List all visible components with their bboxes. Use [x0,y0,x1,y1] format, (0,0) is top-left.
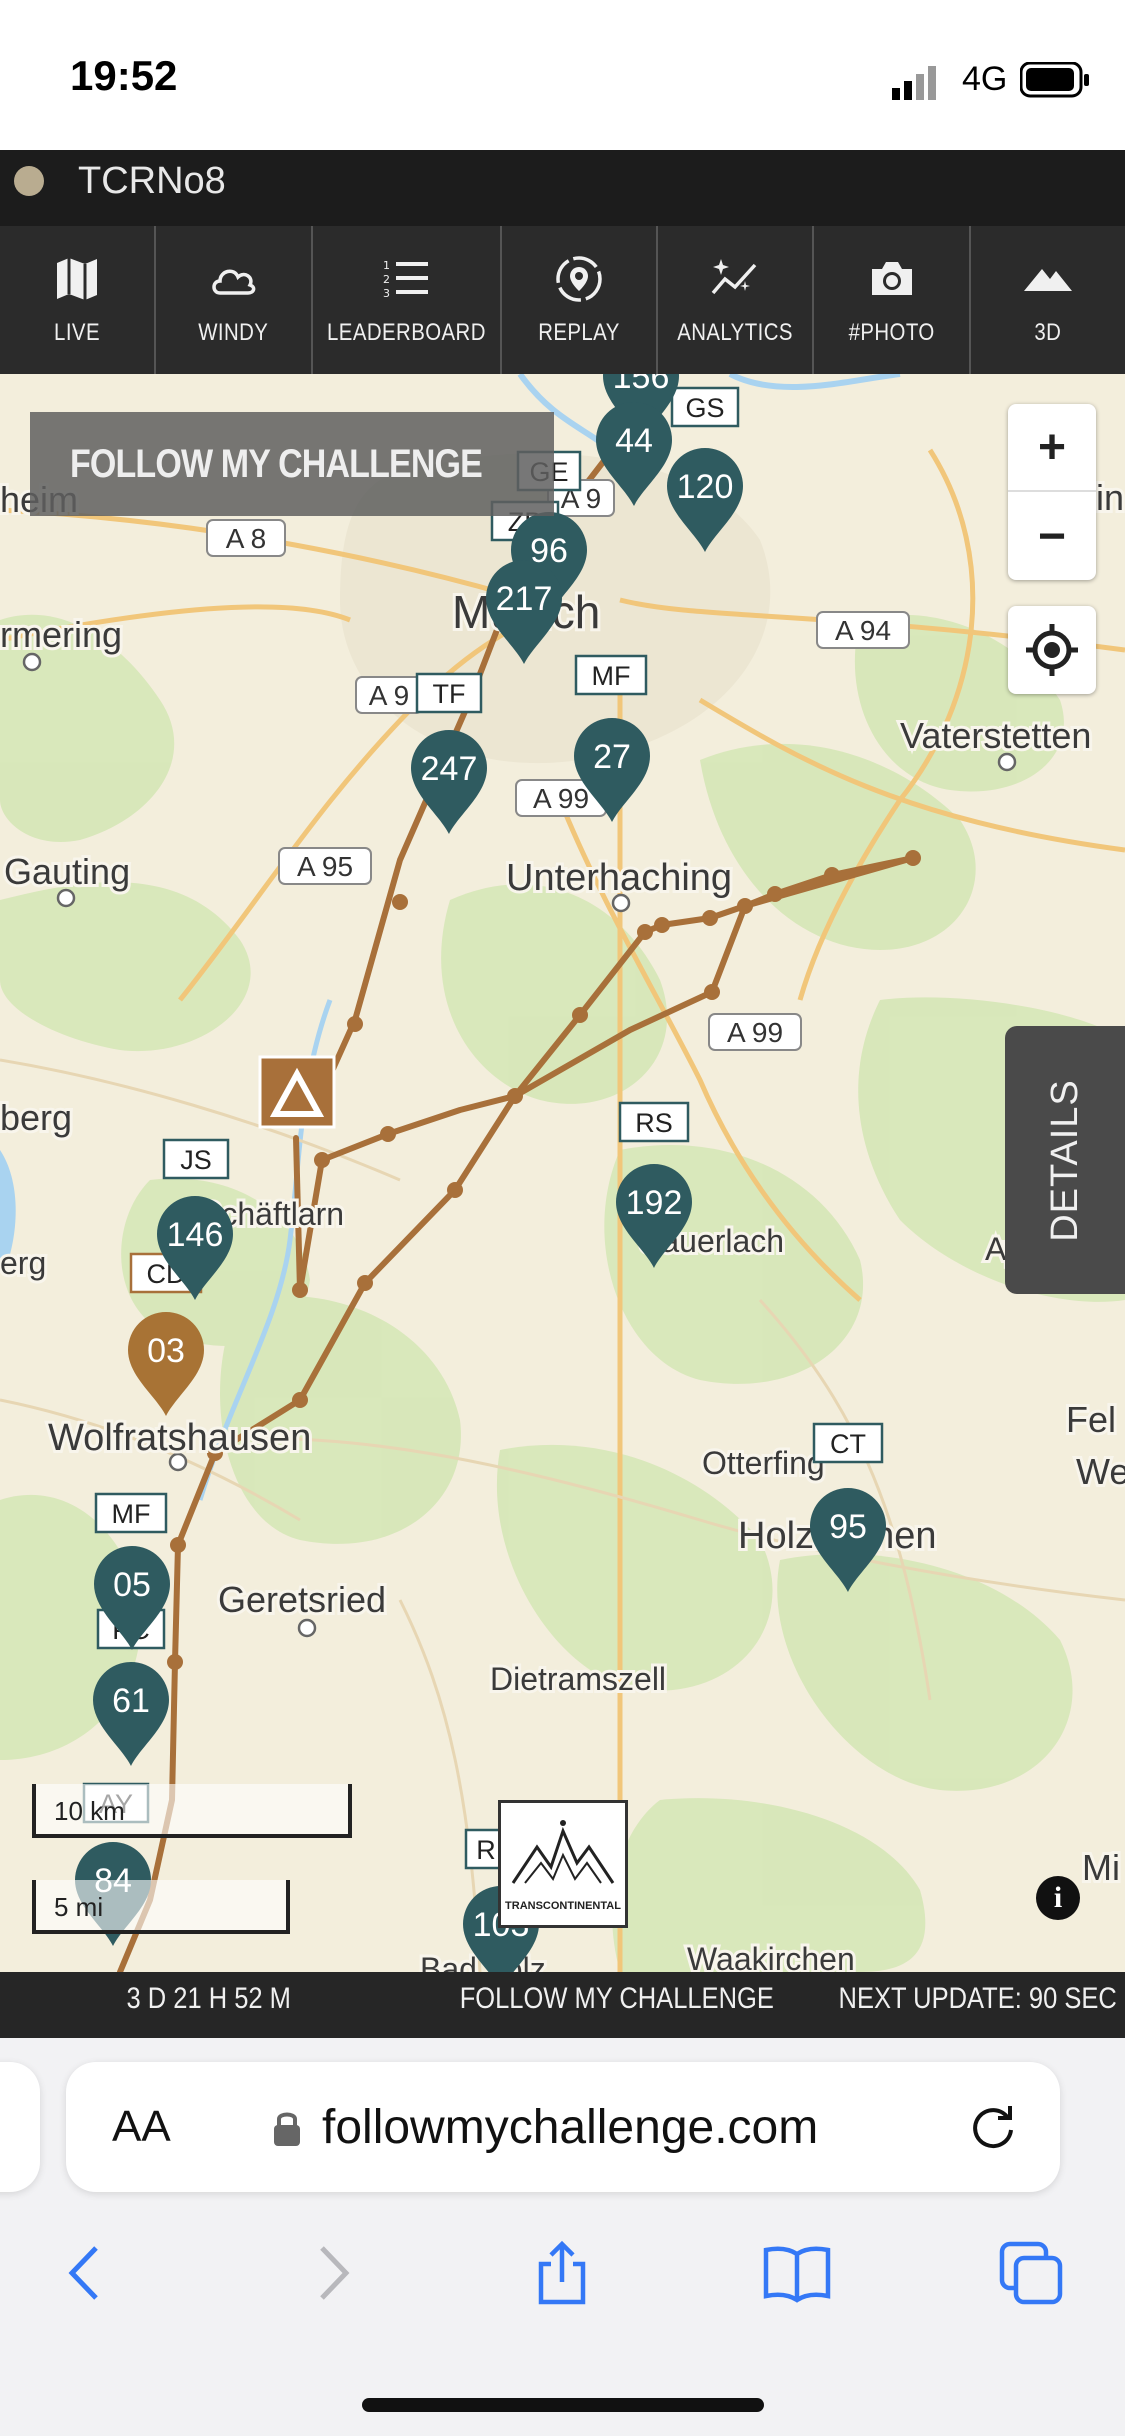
marker-number: 03 [147,1332,185,1370]
network-label: 4G [962,60,1008,98]
home-indicator [362,2398,764,2412]
marker-number: 217 [496,580,553,618]
marker-number: 05 [113,1566,151,1604]
toolbar: LIVE WINDY 123 LEADERBOARD REPLAY ANALYT… [0,226,1125,374]
zoom-in-button[interactable]: + [1008,404,1096,492]
svg-text:2: 2 [383,273,390,286]
status-time: 19:52 [70,52,178,99]
rider-marker[interactable]: 217 [486,560,562,664]
marker-number: 120 [677,468,734,506]
aa-label: AA [112,2102,171,2151]
toolbar-label: LEADERBOARD [326,319,486,346]
toolbar-analytics[interactable]: ANALYTICS [658,226,815,374]
svg-text:3: 3 [383,287,390,300]
info-bar-title: FOLLOW MY CHALLENGE [459,1982,774,2015]
marker-number: 27 [593,738,631,776]
toolbar-3d[interactable]: 3D [971,226,1125,374]
toolbar-replay[interactable]: REPLAY [502,226,658,374]
rider-marker[interactable]: 44 [595,401,672,506]
svg-text:1: 1 [383,259,390,272]
mountain-icon [1023,269,1072,291]
tabs-icon[interactable] [996,2238,1066,2308]
toolbar-windy[interactable]: WINDY [156,226,313,374]
marker-layer: 1564412096217247271921460395056184103 [75,374,886,1972]
toolbar-label: ANALYTICS [677,319,793,346]
toolbar-label: LIVE [54,319,101,346]
toolbar-label: WINDY [198,319,269,346]
status-dot [14,166,44,196]
scale-km: 10 km [32,1784,352,1838]
logo-text: TRANSCONTINENTAL [505,1900,621,1912]
cloud-icon [211,269,255,295]
info-button[interactable]: i [1036,1876,1080,1920]
marker-number: 247 [421,750,478,788]
rider-marker[interactable]: 05 [94,1546,170,1650]
locate-button[interactable] [1008,606,1096,694]
crosshair-icon [1026,624,1078,676]
marker-number: 192 [626,1184,683,1222]
elapsed-time: 3 D 21 H 52 M [126,1982,291,2015]
marker-number: 44 [615,422,653,460]
details-tab[interactable]: DETAILS [1005,1026,1125,1294]
toolbar-leaderboard[interactable]: 123 LEADERBOARD [313,226,502,374]
back-icon[interactable] [52,2238,122,2308]
rider-marker[interactable]: 95 [810,1488,886,1592]
toolbar-label: REPLAY [538,319,620,346]
toolbar-live[interactable]: LIVE [0,226,157,374]
details-label: DETAILS [1043,1078,1086,1242]
rider-marker[interactable]: 03 [128,1312,204,1416]
marker-number: 95 [829,1508,867,1546]
rider-marker[interactable]: 61 [93,1662,169,1766]
camera-icon [871,262,912,295]
map-view[interactable]: heim rmering Munich Vaterstetten Gauting… [0,374,1125,1972]
follow-title: FOLLOW MY CHALLENGE [70,441,483,486]
lock-icon [274,2112,300,2146]
follow-banner[interactable]: FOLLOW MY CHALLENGE [30,412,554,516]
toolbar-label: #PHOTO [848,319,935,346]
analytics-icon [711,259,757,295]
reader-settings-button[interactable]: AA [112,2102,171,2152]
bookmarks-icon[interactable] [762,2238,832,2308]
replay-icon [556,256,602,302]
scale-mi: 5 mi [32,1880,290,1934]
signal-icon [892,66,936,100]
rider-marker[interactable]: 192 [616,1164,692,1268]
zoom-control: + − [1008,404,1096,580]
list-icon: 123 [383,259,429,300]
marker-number: 146 [167,1216,224,1254]
rider-marker[interactable]: 247 [411,730,487,834]
map-icon [57,258,98,300]
logo-mountains-icon: TRANSCONTINENTAL [505,1820,621,1912]
rider-marker[interactable]: 27 [573,717,650,822]
share-icon[interactable] [527,2238,597,2308]
battery-icon [1020,62,1089,98]
reload-icon[interactable] [964,2098,1022,2156]
next-update: NEXT UPDATE: 90 SEC [838,1982,1117,2015]
toolbar-photo[interactable]: #PHOTO [814,226,971,374]
rider-marker[interactable]: 146 [157,1196,233,1300]
scale-km-label: 10 km [54,1796,125,1826]
rider-marker[interactable]: 120 [667,448,743,552]
marker-number: 61 [112,1682,150,1720]
previous-tab-pill[interactable] [0,2062,40,2192]
challenge-title: TCRNo8 [78,160,226,202]
forward-icon[interactable] [296,2238,366,2308]
toolbar-label: 3D [1034,319,1062,346]
marker-number: 156 [613,374,670,396]
transcontinental-logo: TRANSCONTINENTAL [498,1800,628,1928]
url-text[interactable]: followmychallenge.com [322,2100,818,2155]
zoom-out-button[interactable]: − [1008,492,1096,580]
scale-mi-label: 5 mi [54,1892,104,1922]
